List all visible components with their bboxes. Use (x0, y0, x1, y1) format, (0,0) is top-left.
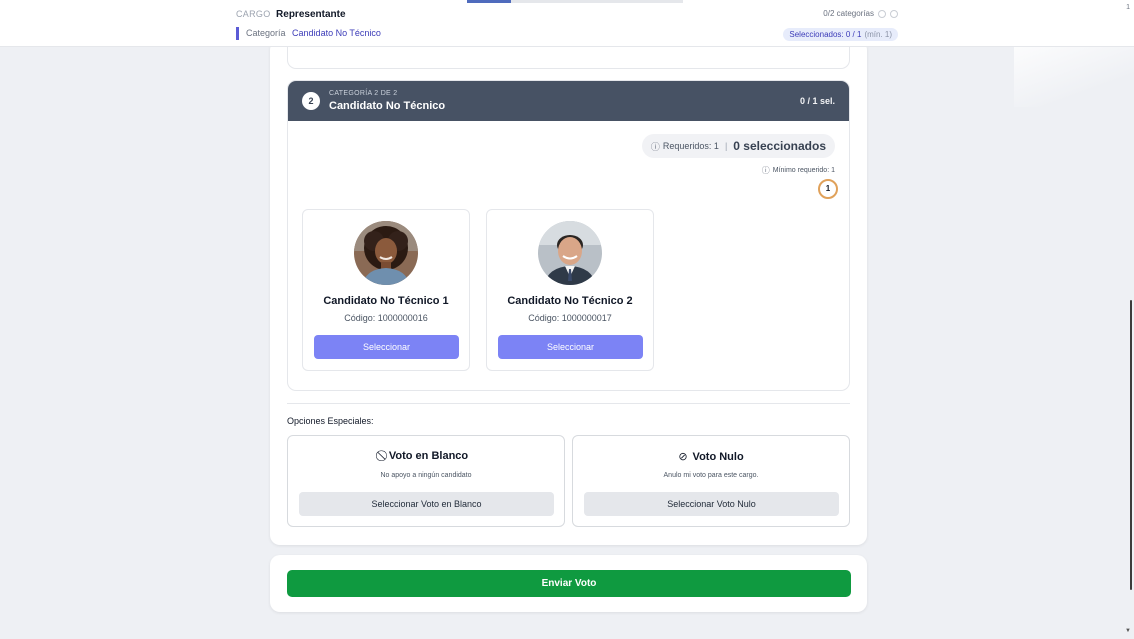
null-vote-title: ⊘ Voto Nulo (573, 450, 849, 463)
min-required-badge: 1 (818, 179, 838, 199)
categoria-line: Categoría Candidato No Técnico (236, 27, 381, 40)
cargo-line: CARGO Representante (236, 9, 346, 20)
divider (287, 403, 850, 404)
categories-progress: 0/2 categorías (823, 9, 898, 18)
candidate-code: Código: 1000000016 (344, 313, 428, 323)
category-dot-icon (878, 9, 886, 18)
select-candidate-button[interactable]: Seleccionar (498, 335, 643, 359)
null-vote-title-text: Voto Nulo (692, 451, 744, 463)
cargo-label: CARGO (236, 9, 271, 19)
candidate-card: Candidato No Técnico 2 Código: 100000001… (486, 209, 654, 371)
separator: | (724, 141, 728, 151)
info-icon: ⓘ (761, 166, 770, 175)
null-vote-card: ⊘ Voto Nulo Anulo mi voto para este cargo… (572, 435, 850, 527)
category-header: 2 CATEGORÍA 2 DE 2 Candidato No Técnico … (288, 81, 849, 121)
categoria-value: Candidato No Técnico (292, 28, 381, 38)
man-avatar (538, 221, 602, 285)
category-title: Candidato No Técnico (329, 100, 446, 112)
selected-count: Seleccionados: 0 / 1 (789, 30, 862, 39)
requirements-pill: ⓘ Requeridos: 1 | 0 seleccionados (641, 134, 835, 158)
special-options-title: Opciones Especiales: (287, 416, 374, 426)
candidate-name: Candidato No Técnico 2 (507, 295, 633, 307)
selected-badge: Seleccionados: 0 / 1 (mín. 1) (783, 28, 898, 41)
select-blank-vote-button[interactable]: Seleccionar Voto en Blanco (299, 492, 554, 516)
category-card: 2 CATEGORÍA 2 DE 2 Candidato No Técnico … (287, 80, 850, 391)
selected-min: (mín. 1) (864, 30, 892, 39)
required-label: Requeridos: 1 (662, 141, 719, 151)
blank-vote-title: ⃠Voto en Blanco (288, 450, 564, 463)
categoria-label: Categoría (246, 28, 286, 38)
categories-progress-text: 0/2 categorías (823, 9, 874, 18)
scrollbar[interactable] (1130, 300, 1132, 590)
cargo-value: Representante (276, 9, 346, 20)
min-required-label: Mínimo requerido: 1 (772, 167, 835, 174)
candidate-card: Candidato No Técnico 1 Código: 100000001… (302, 209, 470, 371)
progress-bar (467, 0, 683, 3)
progress-fill (467, 0, 511, 3)
info-icon: ⓘ (650, 141, 660, 152)
woman-avatar (354, 221, 418, 285)
null-vote-desc: Anulo mi voto para este cargo. (663, 472, 759, 479)
select-null-vote-button[interactable]: Seleccionar Voto Nulo (584, 492, 839, 516)
ballot-card: 2 CATEGORÍA 2 DE 2 Candidato No Técnico … (270, 40, 867, 545)
blank-vote-title-text: Voto en Blanco (388, 450, 469, 462)
selected-text: 0 seleccionados (733, 139, 826, 153)
background-shape (1014, 47, 1134, 107)
blank-vote-card: ⃠Voto en Blanco No apoyo a ningún candid… (287, 435, 565, 527)
top-header: CARGO Representante Categoría Candidato … (0, 0, 1134, 47)
min-required: ⓘ Mínimo requerido: 1 (762, 165, 835, 176)
candidate-name: Candidato No Técnico 1 (323, 295, 449, 307)
check-circle-icon: ⊘ (678, 451, 688, 463)
category-number-badge: 2 (302, 92, 320, 110)
submit-card: Enviar Voto (270, 555, 867, 612)
candidate-code: Código: 1000000017 (528, 313, 612, 323)
category-count: 0 / 1 sel. (799, 96, 835, 106)
category-subtitle: CATEGORÍA 2 DE 2 (329, 90, 398, 97)
category-dot-icon (890, 9, 898, 18)
blank-vote-desc: No apoyo a ningún candidato (380, 472, 472, 479)
edge-mark: 1 (1126, 4, 1130, 11)
select-candidate-button[interactable]: Seleccionar (314, 335, 459, 359)
submit-vote-button[interactable]: Enviar Voto (287, 570, 851, 597)
scroll-down-icon[interactable]: ▼ (1125, 628, 1131, 634)
